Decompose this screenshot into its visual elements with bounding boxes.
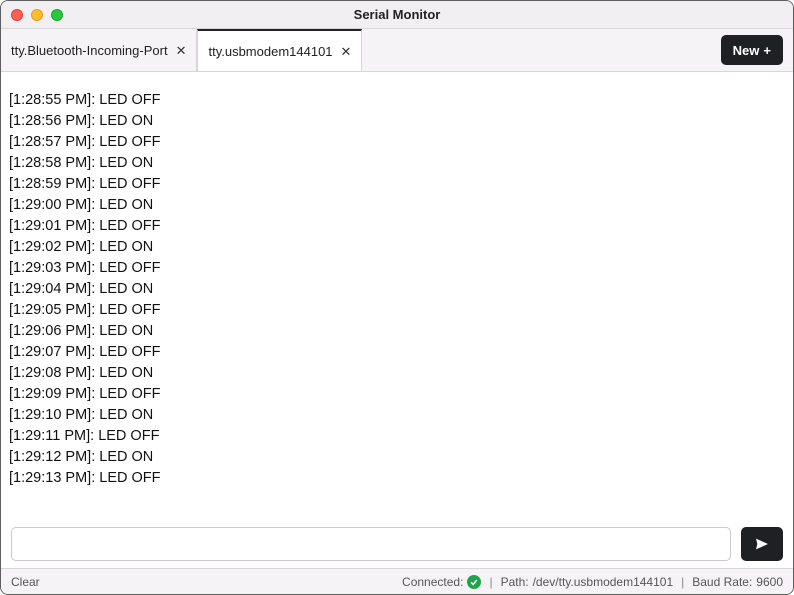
serial-input[interactable]: [11, 527, 731, 561]
zoom-window-button[interactable]: [51, 9, 63, 21]
tab-label: tty.usbmodem144101: [208, 44, 332, 59]
new-tab-label: New: [733, 43, 760, 58]
log-line: [1:29:03 PM]: LED OFF: [9, 258, 785, 279]
window-title: Serial Monitor: [1, 7, 793, 22]
connected-label: Connected:: [402, 575, 463, 589]
log-line: [1:29:04 PM]: LED ON: [9, 279, 785, 300]
status-bar: Clear Connected: | Path: /dev/tty.usbmod…: [1, 568, 793, 594]
log-line: [1:28:57 PM]: LED OFF: [9, 132, 785, 153]
send-button[interactable]: [741, 527, 783, 561]
log-line: [1:29:00 PM]: LED ON: [9, 195, 785, 216]
window-controls: [1, 9, 63, 21]
log-line: [1:29:09 PM]: LED OFF: [9, 384, 785, 405]
new-tab-button[interactable]: New +: [721, 35, 783, 65]
log-line: [1:29:11 PM]: LED OFF: [9, 426, 785, 447]
log-line: [1:28:55 PM]: LED OFF: [9, 90, 785, 111]
send-icon: [754, 536, 770, 552]
clear-button[interactable]: Clear: [11, 575, 40, 589]
path-value: /dev/tty.usbmodem144101: [533, 575, 674, 589]
check-icon: [470, 578, 478, 586]
log-line: [1:29:05 PM]: LED OFF: [9, 300, 785, 321]
tabs: tty.Bluetooth-Incoming-Port ✕ tty.usbmod…: [1, 29, 362, 71]
log-line: [1:29:08 PM]: LED ON: [9, 363, 785, 384]
plus-icon: +: [763, 43, 771, 58]
log-line: [1:29:07 PM]: LED OFF: [9, 342, 785, 363]
close-window-button[interactable]: [11, 9, 23, 21]
log-line: [1:29:06 PM]: LED ON: [9, 321, 785, 342]
log-line: [1:28:56 PM]: LED ON: [9, 111, 785, 132]
log-line: [1:29:10 PM]: LED ON: [9, 405, 785, 426]
connected-status-icon: [467, 575, 481, 589]
baud-value: 9600: [756, 575, 783, 589]
separator: |: [681, 575, 684, 589]
log-line: [1:29:13 PM]: LED OFF: [9, 468, 785, 489]
baud-label: Baud Rate:: [692, 575, 752, 589]
tab-strip: tty.Bluetooth-Incoming-Port ✕ tty.usbmod…: [1, 29, 793, 71]
tab-label: tty.Bluetooth-Incoming-Port: [11, 43, 168, 58]
log-line: [1:29:02 PM]: LED ON: [9, 237, 785, 258]
tab-usbmodem[interactable]: tty.usbmodem144101 ✕: [197, 29, 362, 71]
log-line: [1:28:58 PM]: LED ON: [9, 153, 785, 174]
path-label: Path:: [501, 575, 529, 589]
log-line: [1:29:12 PM]: LED ON: [9, 447, 785, 468]
input-row: [1, 520, 793, 568]
minimize-window-button[interactable]: [31, 9, 43, 21]
log-line: [1:29:01 PM]: LED OFF: [9, 216, 785, 237]
separator: |: [489, 575, 492, 589]
serial-output[interactable]: [1:28:55 PM]: LED OFF[1:28:56 PM]: LED O…: [1, 72, 793, 520]
titlebar: Serial Monitor: [1, 1, 793, 29]
log-line: [1:28:59 PM]: LED OFF: [9, 174, 785, 195]
close-icon[interactable]: ✕: [176, 44, 187, 57]
serial-monitor-window: Serial Monitor tty.Bluetooth-Incoming-Po…: [0, 0, 794, 595]
close-icon[interactable]: ✕: [341, 45, 352, 58]
tab-bluetooth-incoming-port[interactable]: tty.Bluetooth-Incoming-Port ✕: [1, 29, 197, 71]
